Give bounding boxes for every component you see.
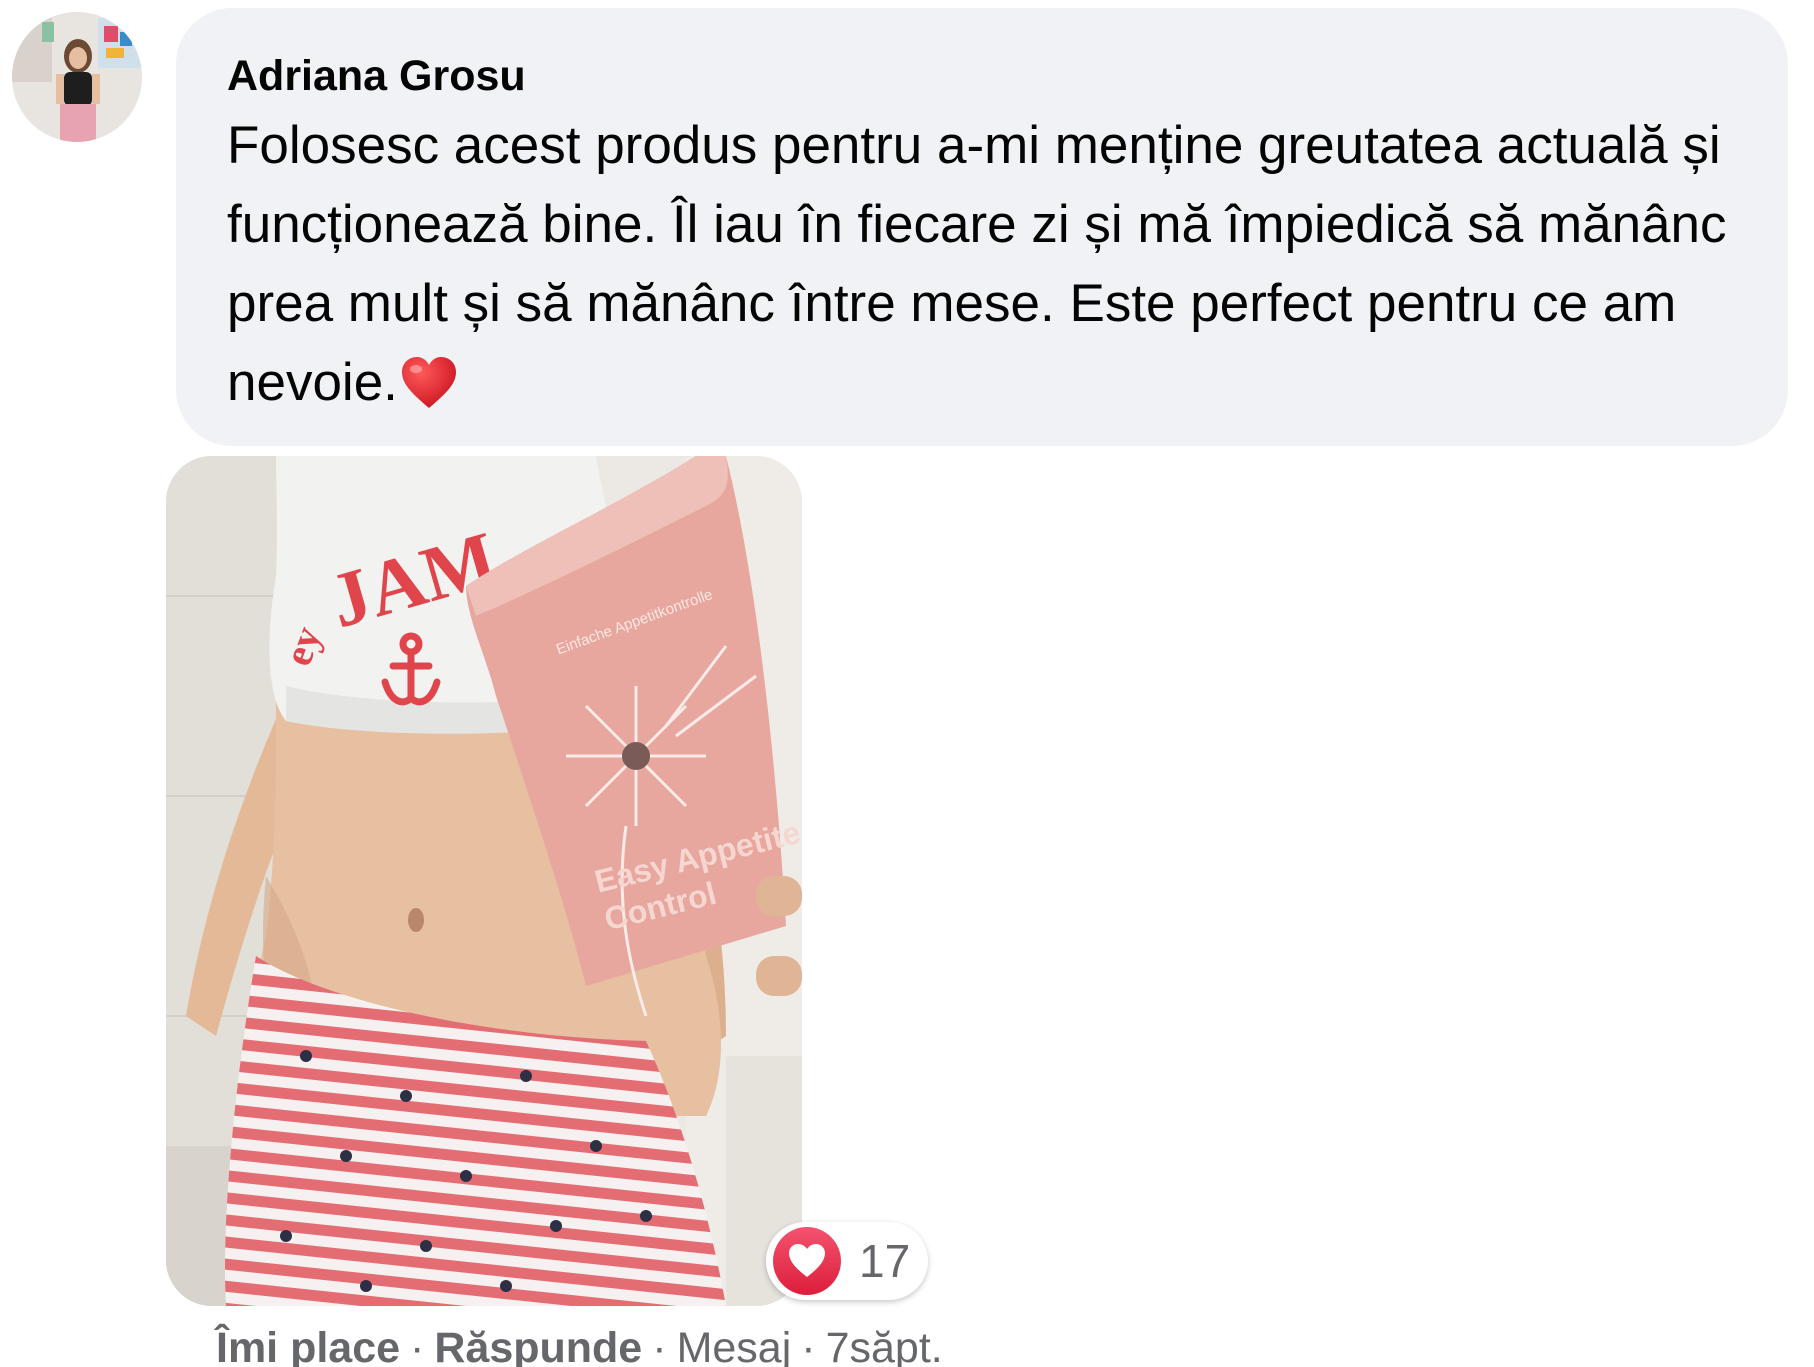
reply-button[interactable]: Răspunde	[434, 1324, 642, 1367]
separator: ·	[801, 1324, 816, 1367]
avatar[interactable]	[12, 12, 142, 142]
reaction-pill[interactable]: 17	[766, 1222, 928, 1300]
love-reaction-icon	[773, 1227, 841, 1295]
comment-actions: Îmi place · Răspunde · Mesaj · 7săpt.	[216, 1318, 943, 1367]
comment-text: Folosesc acest produs pentru a-mi mențin…	[227, 106, 1736, 432]
message-button[interactable]: Mesaj	[677, 1324, 792, 1367]
comment-author[interactable]: Adriana Grosu	[227, 48, 1736, 104]
like-button[interactable]: Îmi place	[216, 1324, 400, 1367]
reaction-count: 17	[859, 1235, 911, 1287]
separator: ·	[410, 1324, 425, 1367]
timestamp[interactable]: 7săpt.	[826, 1324, 943, 1367]
heart-emoji-icon	[400, 353, 458, 432]
photo-attachment[interactable]: JAM ey Einfache Appetitkontrolle Easy Ap…	[166, 456, 802, 1306]
comment: Adriana Grosu Folosesc acest produs pent…	[0, 0, 1814, 1367]
separator: ·	[652, 1324, 667, 1367]
comment-bubble: Adriana Grosu Folosesc acest produs pent…	[176, 8, 1788, 446]
